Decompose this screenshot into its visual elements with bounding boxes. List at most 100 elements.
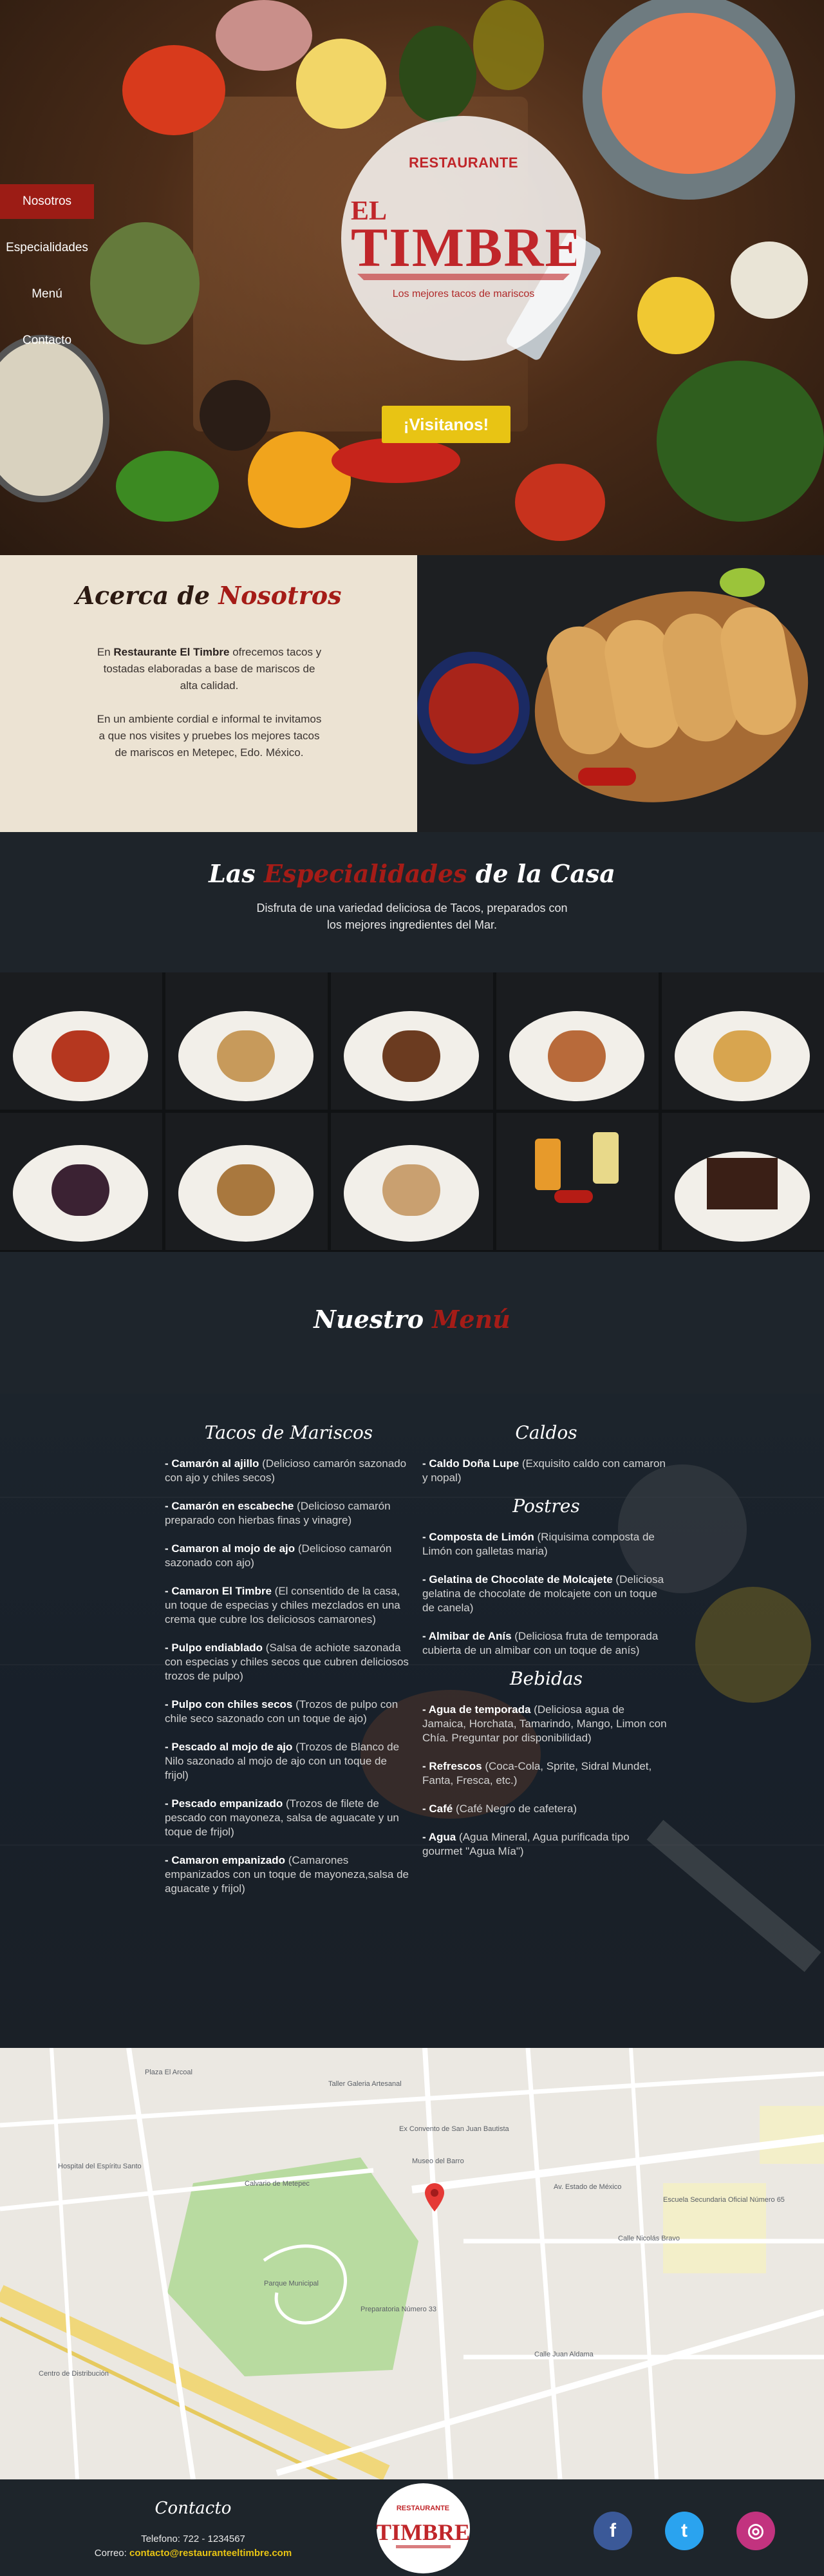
map-label: Museo del Barro [412,2157,464,2165]
map-streets [0,2048,824,2479]
menu-header-section: Nuestro Menú [0,1252,824,1394]
menu-item: - Refrescos (Coca-Cola, Sprite, Sidral M… [422,1759,670,1788]
salmon-decoration [602,13,776,174]
olive-oil-decoration [473,0,544,90]
menu-item: - Agua de temporada (Deliciosa agua de J… [422,1703,670,1745]
contact-title: Contacto [154,2499,232,2518]
menu-item: - Pulpo con chiles secos (Trozos de pulp… [165,1698,413,1726]
item-name: - Almibar de Anís [422,1630,512,1642]
gallery-item[interactable] [662,972,824,1110]
specialties-gallery [0,972,824,1252]
gallery-item[interactable] [0,1113,162,1250]
about-text-panel: Acerca de Nosotros En Restaurante El Tim… [0,555,417,832]
contact-phone: Telefono: 722 - 1234567 [141,2533,245,2544]
garlic-decoration [731,242,808,319]
gallery-item[interactable] [662,1113,824,1250]
about-title: Acerca de Nosotros [0,581,417,610]
item-name: - Gelatina de Chocolate de Molcajete [422,1573,613,1586]
facebook-icon[interactable]: f [594,2512,632,2550]
item-name: - Pulpo endiablado [165,1642,263,1654]
chili-decoration [578,768,636,786]
twitter-icon[interactable]: t [665,2512,704,2550]
nav-item-especialidades[interactable]: Especialidades [0,231,94,277]
menu-column-left: Tacos de Mariscos - Camarón al ajillo (D… [165,1424,413,1910]
about-paragraph-1: En Restaurante El Timbre ofrecemos tacos… [97,644,322,694]
item-name: - Camaron El Timbre [165,1585,272,1597]
hero-tagline: Los mejores tacos de mariscos [392,289,535,299]
map-label: Av. Estado de México [554,2183,622,2191]
map-label: Escuela Secundaria Oficial Número 65 [663,2196,785,2204]
gallery-item[interactable] [165,1113,328,1250]
specialties-title-part3: de la Casa [467,859,615,888]
map-label: Parque Municipal [264,2280,319,2287]
about-paragraph-2: En un ambiente cordial e informal te inv… [97,713,322,759]
block-area [760,2106,824,2164]
instagram-icon[interactable]: ◎ [736,2512,775,2550]
item-name: - Café [422,1803,453,1815]
item-name: - Pescado al mojo de ajo [165,1741,293,1753]
visit-button[interactable]: ¡Visitanos! [382,406,510,443]
nav-item-contacto[interactable]: Contacto [0,323,94,370]
about-p1-prefix: En [97,646,114,658]
item-name: - Caldo Doña Lupe [422,1457,520,1470]
contact-email-label: Correo: [94,2548,129,2559]
menu-item: - Gelatina de Chocolate de Molcajete (De… [422,1573,670,1615]
map-pin-icon[interactable] [425,2183,444,2211]
gallery-item[interactable] [331,1113,493,1250]
map-label: Calvario de Metepec [245,2180,310,2188]
contact-email-line: Correo: contacto@restauranteeltimbre.com [84,2548,303,2559]
menu-item: - Agua (Agua Mineral, Agua purificada ti… [422,1830,670,1859]
artichoke-decoration [90,222,200,345]
pepper-yellow-decoration [248,431,351,528]
gallery-item[interactable] [496,1113,659,1250]
salt-bowl-decoration [216,0,312,71]
tomato-decoration [122,45,225,135]
location-map[interactable]: Plaza El Arcoal Taller Galeria Artesanal… [0,2048,824,2479]
main-nav: Nosotros Especialidades Menú Contacto [0,184,94,370]
menu-item: - Camaron empanizado (Camarones empaniza… [165,1853,413,1896]
about-title-part1: Acerca de [75,581,219,610]
footer: Contacto Telefono: 722 - 1234567 Correo:… [0,2479,824,2576]
gallery-item[interactable] [331,972,493,1110]
el-timbre-logo: EL TIMBRE [351,196,576,280]
facebook-glyph: f [610,2520,616,2541]
spinach-decoration [657,361,824,522]
specialties-title-part1: Las [209,859,265,888]
nav-item-nosotros[interactable]: Nosotros [0,184,94,219]
menu-item: - Caldo Doña Lupe (Exquisito caldo con c… [422,1457,670,1485]
map-label: Hospital del Espíritu Santo [58,2163,142,2170]
menu-section: Tacos de Mariscos - Camarón al ajillo (D… [0,1394,824,2048]
nav-item-menu[interactable]: Menú [0,277,94,323]
footer-logo-line2: TIMBRE [377,2519,470,2545]
lemon-decoration [296,39,386,129]
gallery-item[interactable] [165,972,328,1110]
item-name: - Agua [422,1831,456,1843]
item-name: - Pulpo con chiles secos [165,1698,293,1710]
item-name: - Camarón en escabeche [165,1500,294,1512]
item-name: - Agua de temporada [422,1703,531,1716]
specialties-title: Las Especialidades de la Casa [0,859,824,888]
menu-item: - Almibar de Anís (Deliciosa fruta de te… [422,1629,670,1658]
peppercorn-bowl-decoration [200,380,270,451]
menu-item: - Camaron El Timbre (El consentido de la… [165,1584,413,1627]
gallery-item[interactable] [0,972,162,1110]
gallery-item[interactable] [496,972,659,1110]
item-name: - Composta de Limón [422,1531,534,1543]
menu-item: - Café (Café Negro de cafetera) [422,1802,670,1816]
lemon2-decoration [637,277,715,354]
hero-section: Nosotros Especialidades Menú Contacto RE… [0,0,824,555]
map-label: Preparatoria Número 33 [360,2306,437,2313]
about-p1-bold: Restaurante El Timbre [113,646,230,658]
instagram-glyph: ◎ [747,2520,765,2541]
lemon-decoration [695,1587,811,1703]
lime-decoration [720,568,765,597]
menu-title-part1: Nuestro [314,1305,433,1334]
map-label: Taller Galeria Artesanal [328,2080,402,2088]
contact-email-link[interactable]: contacto@restauranteeltimbre.com [129,2548,292,2559]
specialties-title-part2: Especialidades [264,859,467,888]
salsa-decoration [429,663,519,753]
menu-item: - Camarón al ajillo (Delicioso camarón s… [165,1457,413,1485]
map-label: Centro de Distribución [39,2370,109,2378]
menu-title-part2: Menú [432,1305,510,1334]
logo-line2: TIMBRE [351,216,576,278]
